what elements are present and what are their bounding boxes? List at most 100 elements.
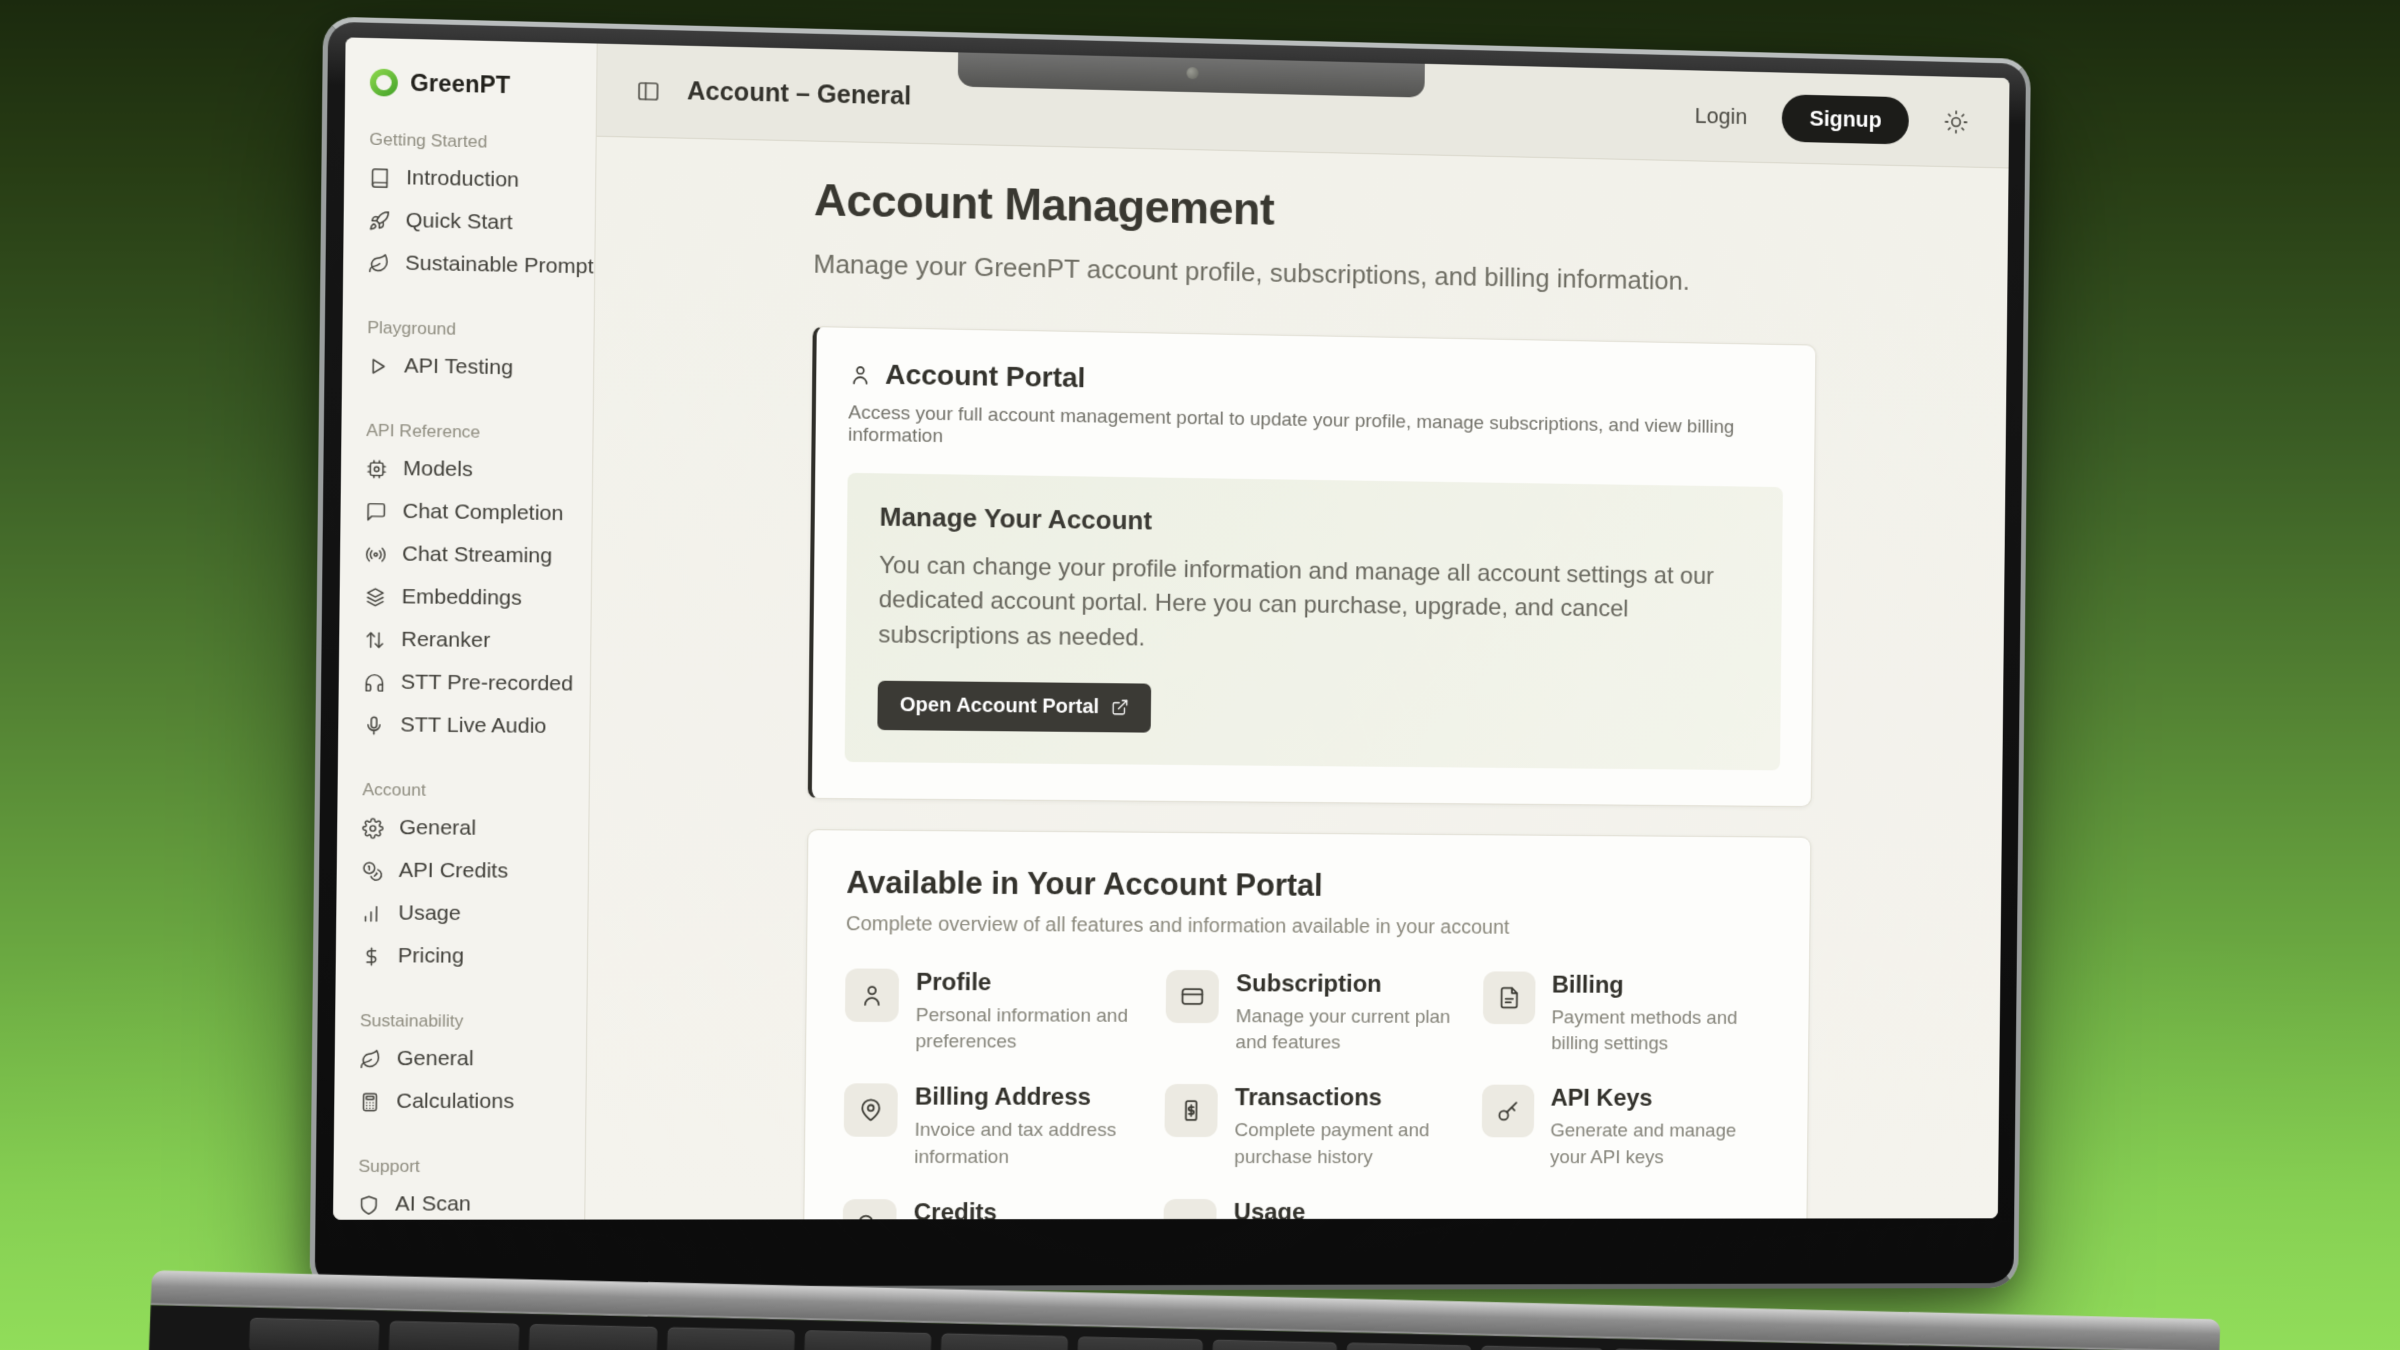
feature-item: Profile Personal information and prefere… (845, 968, 1143, 1056)
sidebar: GreenPT Getting Started Introduction (333, 37, 598, 1219)
sidebar-section: Getting Started Introduction (343, 129, 596, 289)
app-window: GreenPT Getting Started Introduction (333, 37, 2009, 1219)
feature-description: Manage your current plan and features (1235, 1004, 1459, 1057)
sidebar-item[interactable]: General (337, 806, 589, 851)
feature-icon (844, 1084, 898, 1137)
sidebar-item[interactable]: General (335, 1037, 587, 1080)
feature-text: Billing Address Invoice and tax address … (914, 1084, 1141, 1171)
feature-text: Credits Monitor and purchase API credits (913, 1199, 1140, 1220)
sidebar-item-label: STT Live Audio (400, 713, 546, 739)
sidebar-item-label: API Testing (404, 354, 513, 380)
sidebar-item-icon (362, 817, 384, 839)
topbar-left: Account – General (636, 76, 911, 112)
sidebar-item[interactable]: Usage (336, 892, 588, 936)
sidebar-section: Playground API Testing (342, 317, 594, 391)
feature-description: Complete payment and purchase history (1234, 1118, 1458, 1170)
sidebar-item-icon (358, 1194, 380, 1215)
feature-title: Usage (1234, 1199, 1457, 1220)
sidebar-section-label: Playground (342, 317, 593, 342)
open-account-portal-label: Open Account Portal (900, 694, 1100, 719)
sidebar-item-label: Usage (398, 901, 461, 926)
sidebar-section-label: Sustainability (335, 1011, 586, 1032)
sidebar-item-icon (361, 945, 383, 966)
feature-description: Personal information and preferences (915, 1003, 1142, 1056)
open-account-portal-button[interactable]: Open Account Portal (877, 681, 1151, 733)
sidebar-item-icon (365, 501, 387, 523)
sidebar-item-icon (361, 860, 383, 882)
feature-text: Usage Detailed analytics and usage stati… (1233, 1199, 1457, 1220)
feature-icon (1483, 971, 1536, 1024)
sidebar-item-label: General (397, 1047, 474, 1072)
sidebar-item[interactable]: Models (341, 447, 593, 493)
sidebar-item-icon (364, 629, 386, 651)
feature-title: Billing Address (915, 1084, 1142, 1112)
login-link[interactable]: Login (1695, 103, 1748, 130)
keyboard-key (249, 1318, 380, 1350)
feature-icon (1481, 1085, 1534, 1138)
sidebar-item-label: Pricing (398, 944, 464, 969)
manage-account-panel: Manage Your Account You can change your … (845, 473, 1783, 770)
keyboard-key (666, 1327, 795, 1350)
sidebar-item[interactable]: API Testing (342, 344, 594, 391)
feature-text: Profile Personal information and prefere… (915, 969, 1142, 1057)
brand-logo[interactable]: GreenPT (345, 64, 596, 101)
sidebar-item[interactable]: Pricing (336, 935, 588, 979)
sidebar-item-icon (366, 458, 388, 480)
sidebar-item[interactable]: STT Live Audio (338, 703, 590, 748)
feature-item: Transactions Complete payment and purcha… (1164, 1084, 1458, 1171)
sidebar-section: Sustainability General Calc (334, 1011, 586, 1123)
sidebar-item-icon (363, 672, 385, 694)
sidebar-item-icon (361, 903, 383, 924)
sidebar-item-label: Sustainable Prompting (405, 251, 598, 280)
theme-toggle-sun-icon[interactable] (1943, 108, 1968, 134)
keyboard-key (389, 1321, 519, 1350)
keyboard-key (1346, 1343, 1471, 1350)
sidebar-item[interactable]: Chat Completion (340, 489, 592, 535)
feature-item: Subscription Manage your current plan an… (1166, 970, 1460, 1057)
sidebar-item-label: Reranker (401, 628, 490, 653)
features-card: Available in Your Account Portal Complet… (802, 829, 1811, 1219)
page-subtitle: Manage your GreenPT account profile, sub… (813, 248, 1817, 299)
sidebar-item[interactable]: Quick Start (343, 198, 595, 246)
sidebar-item[interactable]: Sustainable Prompting (343, 241, 595, 289)
topbar-right: Login Signup (1695, 92, 1969, 146)
feature-text: Subscription Manage your current plan an… (1235, 970, 1459, 1057)
feature-title: Subscription (1236, 970, 1459, 999)
feature-icon (1166, 970, 1219, 1023)
account-portal-card: Account Portal Access your full account … (808, 326, 1817, 807)
sidebar-item-label: Quick Start (406, 209, 513, 236)
sidebar-item-label: Embeddings (402, 585, 522, 611)
feature-text: API Keys Generate and manage your API ke… (1550, 1085, 1771, 1171)
main-pane: Account – General Login Signup Account M… (585, 44, 2009, 1220)
sidebar-item-label: Models (403, 457, 473, 482)
signup-button[interactable]: Signup (1782, 94, 1909, 144)
sidebar-item-icon (368, 252, 390, 274)
sidebar-item[interactable]: STT Pre-recorded (339, 661, 591, 706)
feature-item: Billing Address Invoice and tax address … (843, 1084, 1141, 1171)
sidebar-item-label: API Credits (399, 859, 509, 884)
sidebar-item-icon (363, 714, 385, 736)
sidebar-item[interactable]: Reranker (339, 618, 591, 664)
keyboard-key (1077, 1336, 1203, 1350)
sidebar-item-label: STT Pre-recorded (401, 670, 574, 696)
sidebar-item[interactable]: API Credits (337, 849, 589, 893)
sidebar-item[interactable]: Chat Streaming (340, 532, 592, 578)
manage-account-title: Manage Your Account (879, 501, 1751, 544)
sidebar-section: API Reference Models Chat C (338, 420, 593, 748)
sidebar-toggle-icon[interactable] (636, 78, 661, 103)
sidebar-item-icon (359, 1048, 381, 1069)
sidebar-item[interactable]: Embeddings (339, 575, 591, 621)
sidebar-item[interactable]: Calculations (334, 1080, 586, 1123)
sidebar-item-icon (365, 543, 387, 565)
sidebar-item[interactable]: AI Scan (333, 1183, 585, 1220)
page-breadcrumb-title: Account – General (687, 77, 911, 112)
sidebar-section-label: Account (337, 780, 588, 802)
page-title: Account Management (814, 174, 1818, 247)
sidebar-item-icon (368, 209, 390, 231)
sidebar-item-label: AI Scan (395, 1192, 471, 1216)
feature-item: Credits Monitor and purchase API credits (842, 1199, 1140, 1220)
sidebar-item[interactable]: Introduction (344, 155, 596, 203)
feature-icon (1165, 1084, 1218, 1137)
sidebar-item-icon (369, 167, 391, 189)
portal-card-header: Account Portal (849, 358, 1785, 406)
